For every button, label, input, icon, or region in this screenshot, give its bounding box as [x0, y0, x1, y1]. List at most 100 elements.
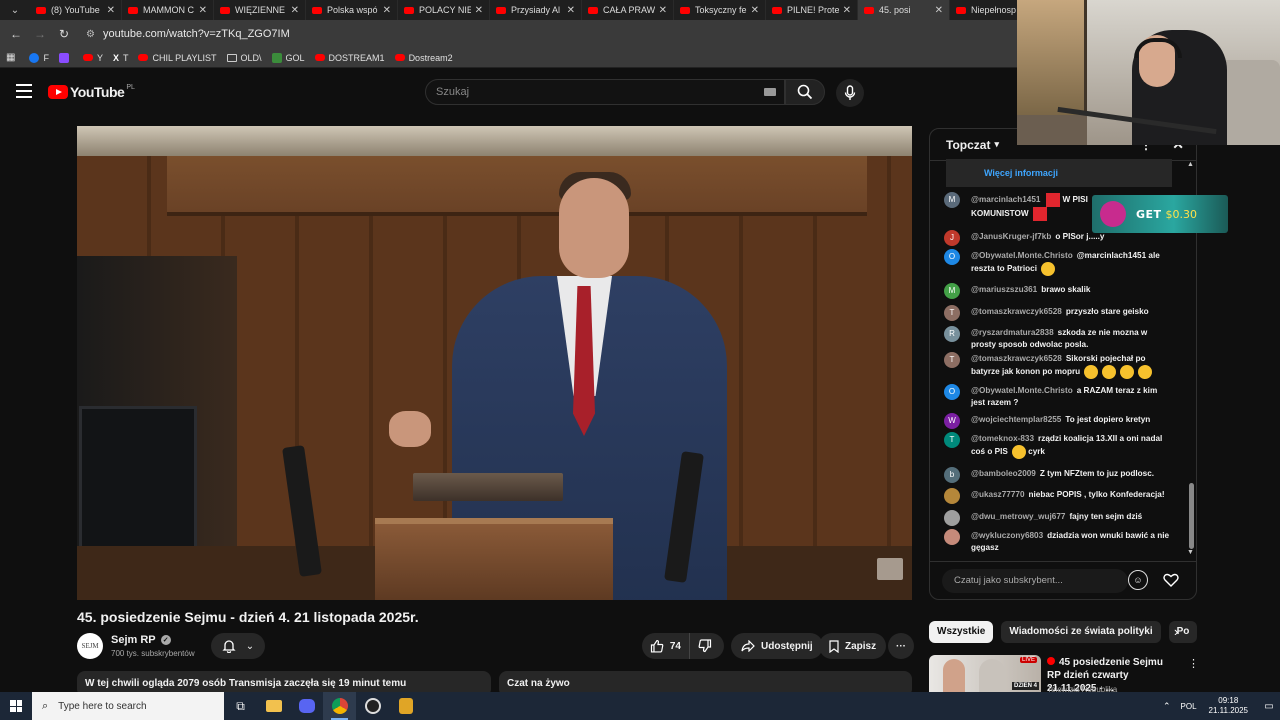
bookmark-item[interactable]: DOSTREAM1 — [314, 53, 385, 63]
chat-message[interactable]: T @tomaszkrawczyk6528 Sikorski pojechał po… — [944, 352, 1172, 379]
close-tab-icon[interactable]: ✕ — [659, 5, 667, 16]
chat-author[interactable]: @JanusKruger-jf7kb — [971, 232, 1051, 241]
search-button[interactable] — [785, 79, 825, 105]
browser-tab[interactable]: (8) YouTube ✕ — [30, 0, 122, 20]
video-player[interactable] — [77, 126, 912, 600]
bookmark-item[interactable]: OLD\ — [226, 53, 262, 63]
bookmark-item[interactable] — [58, 52, 73, 63]
file-explorer-icon[interactable] — [257, 692, 290, 720]
more-info-banner[interactable]: Więcej informacji — [946, 159, 1172, 187]
more-info-link[interactable]: Więcej informacji — [984, 168, 1058, 178]
close-tab-icon[interactable]: ✕ — [751, 5, 759, 16]
language-indicator[interactable]: POL — [1181, 702, 1197, 711]
chat-author[interactable]: @dwu_metrowy_wuj677 — [971, 512, 1065, 521]
browser-tab[interactable]: POLACY NIE ✕ — [398, 0, 490, 20]
chat-author[interactable]: @wojciechtemplar8255 — [971, 415, 1061, 424]
close-tab-icon[interactable]: ✕ — [843, 5, 851, 16]
scroll-up-icon[interactable]: ▲ — [1187, 161, 1194, 168]
bookmark-item[interactable]: CHIL PLAYLIST — [138, 53, 217, 63]
start-button[interactable] — [0, 692, 32, 720]
browser-tab[interactable]: Polska wspó ✕ — [306, 0, 398, 20]
close-tab-icon[interactable]: ✕ — [475, 5, 483, 16]
site-info-icon[interactable]: ⚙ — [86, 29, 95, 40]
chat-author[interactable]: @tomeknox-833 — [971, 434, 1034, 443]
more-vertical-icon[interactable]: ⋮ — [1188, 657, 1199, 670]
overlay-ad-banner[interactable]: GET $0.30 — [1092, 195, 1228, 233]
search-input[interactable]: Szukaj — [425, 79, 785, 105]
close-tab-icon[interactable]: ✕ — [199, 5, 207, 16]
chevron-up-icon[interactable]: ⌃ — [1163, 701, 1171, 712]
close-tab-icon[interactable]: ✕ — [383, 5, 391, 16]
chat-message[interactable]: b @bamboleo2009 Z tym NFZtem to juz podlos… — [944, 467, 1172, 483]
save-button[interactable]: Zapisz — [819, 633, 887, 659]
close-tab-icon[interactable]: ✕ — [107, 5, 115, 16]
chat-message[interactable]: @wykluczony6803 dziadzia won wnuki bawić … — [944, 529, 1172, 554]
chat-message[interactable]: J @JanusKruger-jf7kb o PISor j.....y — [944, 230, 1172, 246]
chat-avatar[interactable]: T — [944, 305, 960, 321]
scroll-down-icon[interactable]: ▼ — [1187, 549, 1194, 556]
chat-author[interactable]: @Obywatel.Monte.Christo — [971, 386, 1073, 395]
browser-tab[interactable]: Przysiady Al ✕ — [490, 0, 582, 20]
chat-avatar[interactable] — [944, 488, 960, 504]
chat-mode-selector[interactable]: Topczat — [946, 138, 990, 152]
filter-chip[interactable]: Wiadomości ze świata polityki — [1001, 621, 1161, 643]
obs-icon[interactable] — [356, 692, 389, 720]
chat-message[interactable]: R @ryszardmatura2838 szkoda ze nie mozna w… — [944, 326, 1172, 351]
chat-avatar[interactable] — [944, 529, 960, 545]
chat-author[interactable]: @marcinlach1451 — [971, 195, 1040, 204]
chevron-right-icon[interactable]: › — [1174, 624, 1178, 639]
bookmark-item[interactable]: Dostream2 — [394, 53, 453, 63]
browser-tab[interactable]: CAŁA PRAW ✕ — [582, 0, 674, 20]
chat-avatar[interactable] — [944, 510, 960, 526]
forward-arrow-icon[interactable]: → — [28, 27, 52, 41]
discord-icon[interactable] — [290, 692, 323, 720]
dislike-button[interactable] — [690, 633, 720, 659]
chat-avatar[interactable]: W — [944, 413, 960, 429]
chat-avatar[interactable]: b — [944, 467, 960, 483]
recommended-video-thumbnail[interactable]: LIVE DZIEŃ 4 — [929, 655, 1041, 693]
apps-grid-icon[interactable]: ▦ — [6, 52, 15, 63]
like-button[interactable]: 74 — [642, 633, 690, 659]
chat-author[interactable]: @Obywatel.Monte.Christo — [971, 251, 1073, 260]
chevron-down-icon[interactable]: ▾ — [994, 139, 999, 150]
filter-chip[interactable]: Wszystkie — [929, 621, 994, 643]
channel-name[interactable]: Sejm RP ✓ — [111, 634, 171, 646]
task-view-icon[interactable]: ⧉ — [224, 692, 257, 720]
chrome-icon[interactable] — [323, 692, 356, 720]
chat-message[interactable]: O @Obywatel.Monte.Christo a RAZAM teraz z … — [944, 384, 1172, 409]
tab-search-chevron-icon[interactable]: ⌄ — [0, 0, 30, 20]
chat-author[interactable]: @tomaszkrawczyk6528 — [971, 354, 1062, 363]
bookmark-item[interactable]: GOL — [271, 52, 305, 63]
chat-avatar[interactable]: T — [944, 432, 960, 448]
bookmark-item[interactable]: F — [29, 52, 49, 63]
app-icon[interactable] — [389, 692, 422, 720]
chat-avatar[interactable]: M — [944, 283, 960, 299]
more-actions-button[interactable]: ··· — [888, 633, 914, 659]
browser-tab[interactable]: Toksyczny fe ✕ — [674, 0, 766, 20]
close-tab-icon[interactable]: ✕ — [567, 5, 575, 16]
chat-author[interactable]: @ukasz77770 — [971, 490, 1025, 499]
keyboard-icon[interactable] — [764, 88, 776, 96]
chat-author[interactable]: @wykluczony6803 — [971, 531, 1043, 540]
chat-message[interactable]: O @Obywatel.Monte.Christo @marcinlach1451 … — [944, 249, 1172, 276]
chat-message[interactable]: @ukasz77770 niebac POPIS , tylko Konfeder… — [944, 488, 1172, 504]
heart-reaction-icon[interactable] — [1159, 568, 1183, 592]
emoji-picker-icon[interactable]: ☺ — [1128, 570, 1148, 590]
chat-avatar[interactable]: M — [944, 192, 960, 208]
chat-message[interactable]: @dwu_metrowy_wuj677 fajny ten sejm dziś — [944, 510, 1172, 526]
channel-avatar[interactable]: SEJM — [77, 633, 103, 659]
chat-scrollbar-thumb[interactable] — [1189, 483, 1194, 549]
chat-message[interactable]: W @wojciechtemplar8255 To jest dopiero kre… — [944, 413, 1172, 429]
browser-tab[interactable]: WIĘZIENNE ✕ — [214, 0, 306, 20]
voice-search-button[interactable] — [836, 79, 864, 107]
filter-chip[interactable]: Po — [1168, 621, 1197, 643]
notifications-bell-button[interactable]: ⌄ — [211, 633, 265, 659]
close-tab-icon[interactable]: ✕ — [935, 5, 943, 16]
chat-input[interactable]: Czatuj jako subskrybent... — [942, 569, 1128, 593]
bookmark-item[interactable]: XT — [113, 53, 129, 63]
chat-message[interactable]: T @tomaszkrawczyk6528 przyszło stare geisk… — [944, 305, 1172, 321]
browser-tab[interactable]: 45. posi ✕ — [858, 0, 950, 20]
bookmark-item[interactable]: Y — [82, 53, 103, 63]
chat-author[interactable]: @bamboleo2009 — [971, 469, 1036, 478]
chat-avatar[interactable]: T — [944, 352, 960, 368]
